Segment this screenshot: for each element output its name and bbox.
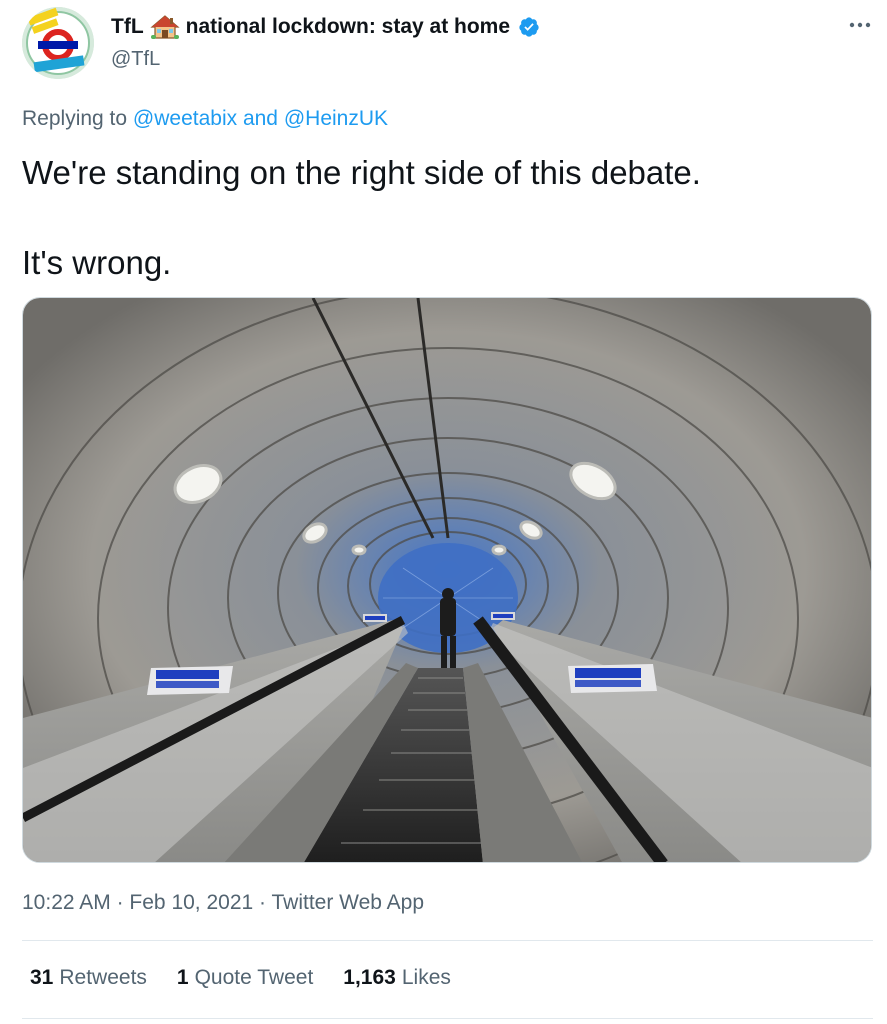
tweet-stats: 31 Retweets 1 Quote Tweet 1,163 Likes xyxy=(30,966,451,990)
sign-left-icon xyxy=(147,666,233,695)
reply-user-weetabix[interactable]: @weetabix xyxy=(133,107,237,130)
reply-connector: and xyxy=(242,107,278,130)
author-name[interactable]: TfL national lockdown: stay at home xyxy=(111,14,540,40)
likes-stat[interactable]: 1,163 Likes xyxy=(343,966,451,990)
tweet-text: We're standing on the right side of this… xyxy=(22,150,701,285)
meta-separator: · xyxy=(116,891,124,914)
tweet-line-1: We're standing on the right side of this… xyxy=(22,154,701,191)
more-horizontal-icon xyxy=(849,22,871,28)
meta-separator: · xyxy=(259,891,267,914)
verified-badge-icon xyxy=(518,16,540,38)
more-options-button[interactable] xyxy=(845,10,875,40)
divider xyxy=(22,1018,873,1019)
tweet-line-2: It's wrong. xyxy=(22,244,172,281)
tfl-roundel-logo xyxy=(22,7,94,79)
quote-tweets-count: 1 xyxy=(176,966,189,989)
avatar[interactable] xyxy=(22,7,94,79)
tweet-photo[interactable] xyxy=(22,297,872,863)
tweet-date[interactable]: Feb 10, 2021 xyxy=(129,891,253,914)
likes-label: Likes xyxy=(401,966,451,989)
author-handle[interactable]: @TfL xyxy=(111,48,160,71)
tweet-time[interactable]: 10:22 AM xyxy=(22,891,111,914)
retweets-label: Retweets xyxy=(59,966,147,989)
replying-to: Replying to @weetabix and @HeinzUK xyxy=(22,107,388,131)
author-display-name: TfL xyxy=(111,15,144,38)
retweets-count: 31 xyxy=(30,966,54,989)
tweet-source-app[interactable]: Twitter Web App xyxy=(272,891,425,914)
house-emoji-icon xyxy=(150,14,180,40)
sign-right-icon xyxy=(568,664,657,693)
replying-prefix: Replying to xyxy=(22,107,128,130)
quote-tweets-stat[interactable]: 1 Quote Tweet xyxy=(177,966,313,990)
tweet-meta: 10:22 AM · Feb 10, 2021 · Twitter Web Ap… xyxy=(22,891,424,915)
retweets-stat[interactable]: 31 Retweets xyxy=(30,966,147,990)
author-display-name-suffix: national lockdown: stay at home xyxy=(185,15,511,38)
quote-tweets-label: Quote Tweet xyxy=(194,966,314,989)
escalator-tunnel-photo xyxy=(23,298,871,862)
likes-count: 1,163 xyxy=(343,966,396,989)
reply-user-heinzuk[interactable]: @HeinzUK xyxy=(284,107,388,130)
divider xyxy=(22,940,873,941)
